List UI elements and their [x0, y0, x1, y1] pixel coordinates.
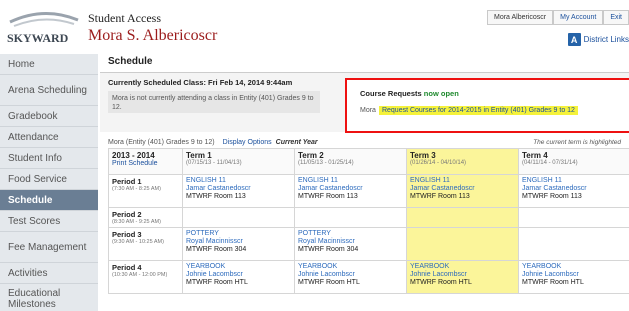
sidebar-item-test-scores[interactable]: Test Scores — [0, 211, 98, 232]
district-links[interactable]: A District Links — [567, 33, 629, 46]
display-options-link[interactable]: Display Options — [223, 139, 272, 146]
student-name-link[interactable]: Mora Albericoscr — [487, 10, 554, 25]
period-cell: Period 2 (8:30 AM - 9:25 AM) — [108, 207, 183, 228]
course-requests-student: Mora — [360, 106, 376, 114]
class-cell-empty — [518, 227, 629, 261]
class-cell-empty — [518, 207, 629, 228]
class-cell[interactable]: YEARBOOK Johnie Lacombscr MTWRF Room HTL — [518, 260, 629, 294]
sidebar-item-home[interactable]: Home — [0, 54, 98, 75]
sidebar-item-attendance[interactable]: Attendance — [0, 127, 98, 148]
table-row: Period 1 (7:30 AM - 8:25 AM) ENGLISH 11 Ja… — [108, 174, 629, 208]
class-cell-empty — [294, 207, 407, 228]
class-cell[interactable]: ENGLISH 11 Jamar Castanedoscr MTWRF Room 1… — [406, 174, 519, 208]
schedule-header-row: 2013 - 2014 Print Schedule Term 1 (07/15/… — [108, 148, 629, 175]
class-cell[interactable]: YEARBOOK Johnie Lacombscr MTWRF Room HTL — [406, 260, 519, 294]
term-header: Term 2 (11/05/13 - 01/25/14) — [294, 148, 407, 175]
logo-text: SKYWARD — [7, 31, 69, 45]
table-row: Period 3 (9:30 AM - 10:25 AM) POTTERY Roya… — [108, 227, 629, 261]
sidebar: Home Arena Scheduling Gradebook Attendan… — [0, 54, 98, 311]
table-row: Period 4 (10:30 AM - 12:00 PM) YEARBOOK Jo… — [108, 260, 629, 294]
course-requests-row: Mora Request Courses for 2014-2015 in En… — [360, 104, 578, 116]
class-cell[interactable]: YEARBOOK Johnie Lacombscr MTWRF Room HTL — [182, 260, 295, 294]
term-header-current: Term 3 (01/26/14 - 04/10/14) — [406, 148, 519, 175]
sidebar-item-food-service[interactable]: Food Service — [0, 169, 98, 190]
period-cell: Period 1 (7:30 AM - 8:25 AM) — [108, 174, 183, 208]
options-bar: Mora (Entity (401) Grades 9 to 12) Displ… — [108, 136, 629, 148]
class-cell[interactable]: POTTERY Royal Macinnisscr MTWRF Room 304 — [294, 227, 407, 261]
sidebar-item-gradebook[interactable]: Gradebook — [0, 106, 98, 127]
my-account-link[interactable]: My Account — [553, 10, 604, 25]
school-year: 2013 - 2014 — [112, 151, 155, 160]
term-header: Term 1 (07/15/13 - 11/04/13) — [182, 148, 295, 175]
term-header: Term 4 (04/11/14 - 07/31/14) — [518, 148, 629, 175]
schedule-grid: 2013 - 2014 Print Schedule Term 1 (07/15/… — [108, 148, 629, 294]
currently-scheduled-class: Currently Scheduled Class: Fri Feb 14, 2… — [108, 78, 293, 87]
period-cell: Period 4 (10:30 AM - 12:00 PM) — [108, 260, 183, 294]
year-header: 2013 - 2014 Print Schedule — [108, 148, 183, 175]
course-requests-status: now open — [423, 89, 459, 98]
course-requests-box: Course Requests now open Mora Request Co… — [345, 78, 629, 133]
class-cell[interactable]: ENGLISH 11 Jamar Castanedoscr MTWRF Room 1… — [182, 174, 295, 208]
district-links-icon: A — [567, 33, 581, 46]
class-cell[interactable]: YEARBOOK Johnie Lacombscr MTWRF Room HTL — [294, 260, 407, 294]
app-title: Student Access — [88, 11, 161, 25]
exit-link[interactable]: Exit — [603, 10, 629, 25]
request-courses-link[interactable]: Request Courses for 2014-2015 in Entity … — [378, 105, 578, 115]
period-cell: Period 3 (9:30 AM - 10:25 AM) — [108, 227, 183, 261]
class-cell-empty — [182, 207, 295, 228]
page-title: Schedule — [108, 56, 153, 67]
table-row: Period 2 (8:30 AM - 9:25 AM) — [108, 207, 629, 228]
class-cell-empty — [406, 227, 519, 261]
sidebar-item-activities[interactable]: Activities — [0, 263, 98, 284]
not-attending-notice: Mora is not currently attending a class … — [108, 91, 320, 113]
sidebar-item-educational-milestones[interactable]: Educational Milestones — [0, 284, 98, 311]
main-content: Schedule Currently Scheduled Class: Fri … — [100, 54, 629, 311]
entity-label: Mora (Entity (401) Grades 9 to 12) — [108, 138, 215, 146]
current-year-label: Current Year — [275, 138, 318, 146]
skyward-logo: SKYWARD — [4, 8, 84, 48]
current-term-note: The current term is highlighted — [533, 138, 621, 146]
district-links-label: District Links — [583, 35, 629, 44]
class-cell[interactable]: ENGLISH 11 Jamar Castanedoscr MTWRF Room 1… — [518, 174, 629, 208]
header: SKYWARD Student Access Mora S. Albericos… — [0, 0, 629, 52]
class-cell-empty — [406, 207, 519, 228]
sidebar-item-schedule[interactable]: Schedule — [0, 190, 98, 211]
schedule-info-panel: Currently Scheduled Class: Fri Feb 14, 2… — [100, 72, 629, 133]
sidebar-item-arena-scheduling[interactable]: Arena Scheduling — [0, 75, 98, 106]
class-cell[interactable]: ENGLISH 11 Jamar Castanedoscr MTWRF Room 1… — [294, 174, 407, 208]
class-cell[interactable]: POTTERY Royal Macinnisscr MTWRF Room 304 — [182, 227, 295, 261]
sidebar-item-fee-management[interactable]: Fee Management — [0, 232, 98, 263]
course-requests-title: Course Requests now open — [360, 89, 459, 98]
sidebar-item-student-info[interactable]: Student Info — [0, 148, 98, 169]
top-links: Mora Albericoscr My Account Exit — [487, 10, 629, 25]
user-name: Mora S. Albericoscr — [88, 27, 218, 44]
print-schedule-link[interactable]: Print Schedule — [112, 160, 179, 167]
